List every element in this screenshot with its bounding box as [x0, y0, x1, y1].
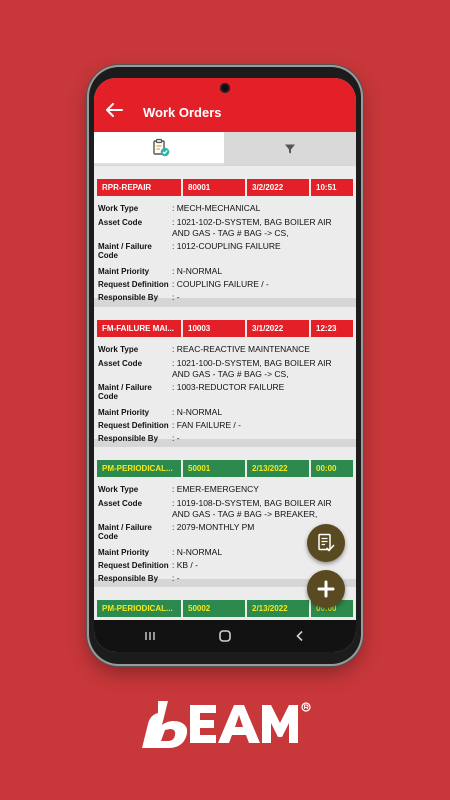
beam-logo — [142, 701, 311, 748]
page-title: Work Orders — [143, 105, 222, 120]
front-camera — [220, 83, 230, 93]
work-order-date: 2/13/2022 — [247, 460, 309, 477]
home-icon[interactable] — [218, 629, 232, 643]
request-definition-label: Request Definition — [98, 421, 169, 430]
priority-value: : N-NORMAL — [172, 266, 223, 276]
failure-code-value: : 1012-COUPLING FAILURE — [172, 241, 281, 251]
responsible-by-label: Responsible By — [98, 434, 159, 443]
asset-code-value: : 1021-100-D-SYSTEM, BAG BOILER AIR AND … — [172, 358, 332, 379]
asset-code-label: Asset Code — [98, 218, 143, 227]
priority-label: Maint Priority — [98, 408, 150, 417]
work-type-label: Work Type — [98, 485, 139, 494]
work-order-type: PM-PERIODICAL... — [97, 600, 181, 617]
work-type-value: : REAC-REACTIVE MAINTENANCE — [172, 344, 310, 354]
tab-work-order-list[interactable] — [94, 132, 224, 165]
failure-code-value: : 1003-REDUCTOR FAILURE — [172, 382, 285, 392]
work-order-number: 50001 — [183, 460, 245, 477]
asset-code-label: Asset Code — [98, 499, 143, 508]
plus-icon — [317, 580, 335, 598]
work-order-number: 10003 — [183, 320, 245, 337]
back-chevron-icon[interactable] — [294, 630, 306, 642]
work-type-label: Work Type — [98, 204, 139, 213]
work-order-time: 12:23 — [311, 320, 353, 337]
failure-code-label: Maint / Failure Code — [98, 383, 152, 401]
filter-icon — [285, 144, 295, 154]
work-order-card[interactable]: FM-FAILURE MAI... 10003 3/1/2022 12:23 W… — [94, 307, 356, 443]
asset-code-label: Asset Code — [98, 359, 143, 368]
work-order-type: RPR-REPAIR — [97, 179, 181, 196]
work-order-type: PM-PERIODICAL... — [97, 460, 181, 477]
app-screen: Work Orders RPR-REPAIR 80001 3/2/2022 10 — [94, 78, 356, 652]
request-definition-label: Request Definition — [98, 280, 169, 289]
work-order-number: 80001 — [183, 179, 245, 196]
work-order-card[interactable]: RPR-REPAIR 80001 3/2/2022 10:51 Work Typ… — [94, 166, 356, 302]
recents-icon[interactable] — [144, 630, 156, 642]
responsible-by-value: : - — [172, 292, 180, 302]
add-work-order-fab[interactable] — [307, 570, 345, 608]
work-type-value: : MECH-MECHANICAL — [172, 203, 261, 213]
approve-fab[interactable] — [307, 524, 345, 562]
request-definition-label: Request Definition — [98, 561, 169, 570]
work-order-date: 2/13/2022 — [247, 600, 309, 617]
responsible-by-label: Responsible By — [98, 293, 159, 302]
responsible-by-value: : - — [172, 433, 180, 443]
tab-filter[interactable] — [224, 132, 356, 165]
clipboard-check-icon — [153, 138, 170, 157]
asset-code-value: : 1021-102-D-SYSTEM, BAG BOILER AIR AND … — [172, 217, 332, 238]
priority-value: : N-NORMAL — [172, 407, 223, 417]
work-order-date: 3/1/2022 — [247, 320, 309, 337]
work-order-number: 50002 — [183, 600, 245, 617]
document-check-icon — [318, 533, 335, 552]
priority-label: Maint Priority — [98, 267, 150, 276]
system-nav-bar — [94, 620, 356, 652]
request-definition-value: : FAN FAILURE / - — [172, 420, 241, 430]
tab-bar — [94, 132, 356, 165]
failure-code-label: Maint / Failure Code — [98, 523, 152, 541]
failure-code-label: Maint / Failure Code — [98, 242, 152, 260]
work-type-value: : EMER-EMERGENCY — [172, 484, 259, 494]
work-order-type: FM-FAILURE MAI... — [97, 320, 181, 337]
responsible-by-label: Responsible By — [98, 574, 159, 583]
work-type-label: Work Type — [98, 345, 139, 354]
request-definition-value: : COUPLING FAILURE / - — [172, 279, 269, 289]
work-order-date: 3/2/2022 — [247, 179, 309, 196]
work-order-time: 00:00 — [311, 460, 353, 477]
priority-label: Maint Priority — [98, 548, 150, 557]
arrow-left-icon[interactable] — [104, 102, 124, 118]
asset-code-value: : 1019-108-D-SYSTEM, BAG BOILER AIR AND … — [172, 498, 332, 519]
work-order-time: 10:51 — [311, 179, 353, 196]
